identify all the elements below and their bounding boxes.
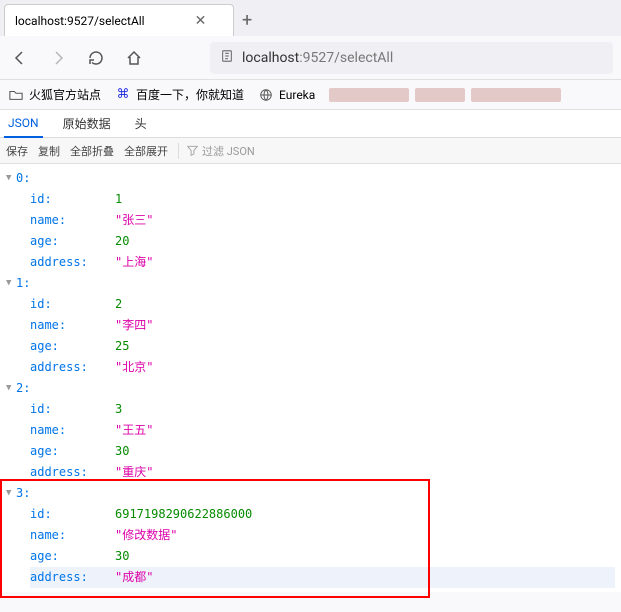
json-key: name: <box>30 210 115 231</box>
json-value: "张三" <box>115 210 153 231</box>
array-index: 0: <box>16 168 30 189</box>
json-key: name: <box>30 525 115 546</box>
json-key: name: <box>30 420 115 441</box>
funnel-icon <box>187 145 198 156</box>
tree-node: ▼ 1:id:2name:"李四"age:25address:"北京" <box>6 273 615 378</box>
nav-bar: localhost:9527/selectAll <box>0 36 621 80</box>
folder-icon <box>8 87 24 103</box>
json-value: 20 <box>115 231 129 252</box>
toggle-icon[interactable]: ▼ <box>6 273 16 294</box>
bookmarks-bar: 火狐官方站点 ⌘ 百度一下，你就知道 Eureka <box>0 80 621 110</box>
json-value: "李四" <box>115 315 153 336</box>
json-key: age: <box>30 546 115 567</box>
copy-button[interactable]: 复制 <box>38 143 60 159</box>
save-button[interactable]: 保存 <box>6 143 28 159</box>
tab-json[interactable]: JSON <box>4 110 43 138</box>
json-value: "上海" <box>115 252 153 273</box>
json-key: id: <box>30 399 115 420</box>
paw-icon: ⌘ <box>115 87 131 103</box>
json-value: 3 <box>115 399 122 420</box>
bookmark-baidu[interactable]: ⌘ 百度一下，你就知道 <box>115 86 244 103</box>
globe-icon <box>258 87 274 103</box>
tree-node: ▼ 0:id:1name:"张三"age:20address:"上海" <box>6 168 615 273</box>
json-value: 1 <box>115 189 122 210</box>
home-button[interactable] <box>122 46 146 70</box>
array-index: 2: <box>16 378 30 399</box>
tab-title: localhost:9527/selectAll <box>15 14 145 28</box>
json-key: address: <box>30 357 115 378</box>
bookmark-label: 百度一下，你就知道 <box>136 86 244 103</box>
lock-icon <box>220 49 234 66</box>
bookmark-label: 火狐官方站点 <box>29 86 101 103</box>
json-key: id: <box>30 504 115 525</box>
viewer-tabs: JSON 原始数据 头 <box>0 110 621 138</box>
bookmark-firefox[interactable]: 火狐官方站点 <box>8 86 101 103</box>
tab-bar: localhost:9527/selectAll ✕ + <box>0 0 621 36</box>
tab-raw[interactable]: 原始数据 <box>59 109 115 138</box>
toggle-icon[interactable]: ▼ <box>6 168 16 189</box>
tree-node: ▼ 2:id:3name:"王五"age:30address:"重庆" <box>6 378 615 483</box>
json-key: address: <box>30 462 115 483</box>
tree-node: ▼ 3:id:6917198290622886000name:"修改数据"age… <box>6 483 615 588</box>
array-index: 1: <box>16 273 30 294</box>
json-value: 2 <box>115 294 122 315</box>
back-button[interactable] <box>8 46 32 70</box>
json-key: age: <box>30 441 115 462</box>
forward-button[interactable] <box>46 46 70 70</box>
expand-all-button[interactable]: 全部展开 <box>124 143 168 159</box>
json-value: "北京" <box>115 357 153 378</box>
bookmark-eureka[interactable]: Eureka <box>258 87 315 103</box>
json-value: 30 <box>115 441 129 462</box>
json-key: id: <box>30 189 115 210</box>
reload-button[interactable] <box>84 46 108 70</box>
toggle-icon[interactable]: ▼ <box>6 483 16 504</box>
json-key: age: <box>30 231 115 252</box>
url-bar[interactable]: localhost:9527/selectAll <box>210 42 613 74</box>
browser-tab[interactable]: localhost:9527/selectAll ✕ <box>4 4 234 36</box>
json-key: id: <box>30 294 115 315</box>
json-value: 30 <box>115 546 129 567</box>
json-value: "王五" <box>115 420 153 441</box>
bookmark-placeholder <box>329 88 613 102</box>
json-key: age: <box>30 336 115 357</box>
json-value: "重庆" <box>115 462 153 483</box>
tab-headers[interactable]: 头 <box>131 109 151 138</box>
json-toolbar: 保存 复制 全部折叠 全部展开 过滤 JSON <box>0 138 621 164</box>
new-tab-button[interactable]: + <box>242 10 252 31</box>
json-key: name: <box>30 315 115 336</box>
json-value: 25 <box>115 336 129 357</box>
json-key: address: <box>30 252 115 273</box>
toggle-icon[interactable]: ▼ <box>6 378 16 399</box>
url-text: localhost:9527/selectAll <box>242 50 393 66</box>
json-value: 6917198290622886000 <box>115 504 252 525</box>
array-index: 3: <box>16 483 30 504</box>
json-value: "修改数据" <box>115 525 177 546</box>
bookmark-label: Eureka <box>279 88 315 102</box>
json-key: address: <box>30 567 115 588</box>
filter-input[interactable]: 过滤 JSON <box>178 143 255 159</box>
json-tree: ▼ 0:id:1name:"张三"age:20address:"上海"▼ 1:i… <box>0 164 621 592</box>
close-icon[interactable]: ✕ <box>195 13 207 29</box>
collapse-all-button[interactable]: 全部折叠 <box>70 143 114 159</box>
json-value: "成都" <box>115 567 153 588</box>
